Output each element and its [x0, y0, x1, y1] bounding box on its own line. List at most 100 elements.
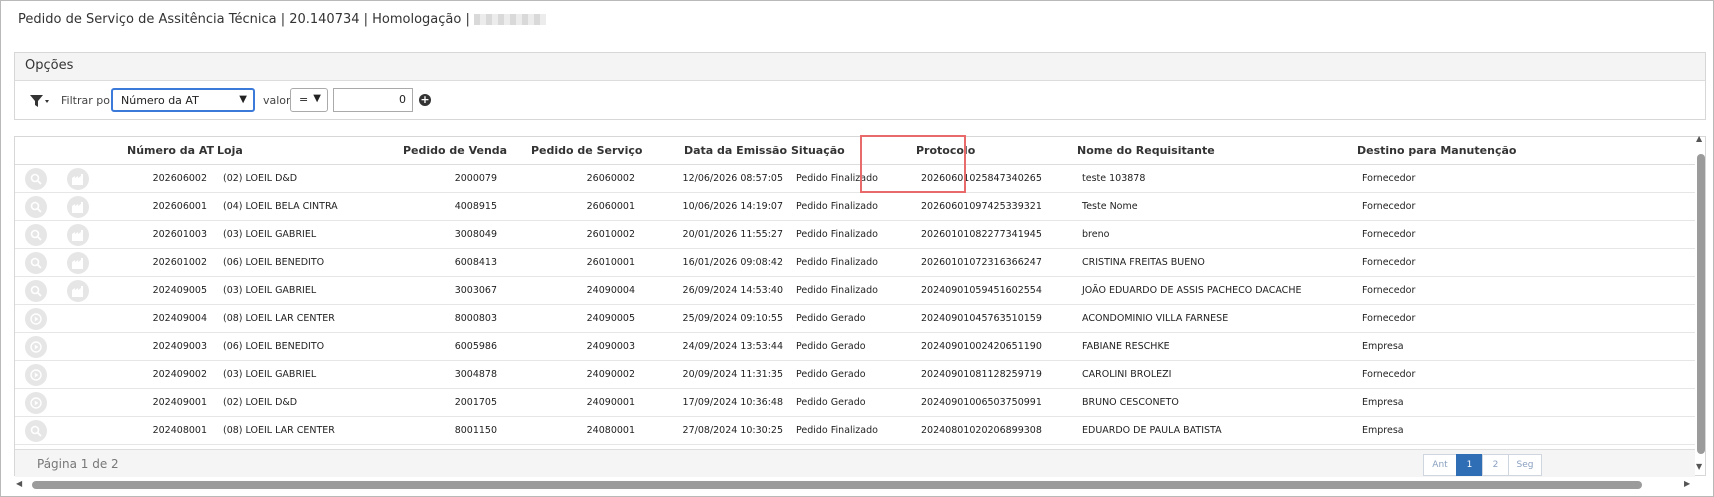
play-icon[interactable] [25, 364, 47, 386]
search-icon[interactable] [25, 280, 47, 302]
vertical-scrollbar[interactable]: ▲ ▼ [1693, 134, 1709, 476]
cell-destino: Fornecedor [1362, 257, 1416, 268]
pager-prev-button[interactable]: Ant [1423, 454, 1457, 476]
cell-situacao: Pedido Finalizado [796, 257, 878, 268]
add-filter-icon[interactable]: + [419, 94, 431, 106]
cell-requisitante: EDUARDO DE PAULA BATISTA [1082, 425, 1222, 436]
cell-protocolo: 20260101082277341945 [921, 229, 1042, 240]
cell-loja: (02) LOEIL D&D [223, 397, 298, 408]
filter-field-select[interactable]: Número da AT ▼ [111, 88, 255, 112]
search-icon[interactable] [25, 196, 47, 218]
play-icon[interactable] [25, 308, 47, 330]
cell-protocolo: 20240801020206899308 [921, 425, 1042, 436]
chevron-down-icon: ▼ [239, 94, 247, 105]
col-situacao[interactable]: Situação [791, 144, 845, 157]
cell-pedido-servico: 26010001 [586, 257, 635, 268]
cell-pedido-venda: 3003067 [454, 285, 497, 296]
chevron-down-icon: ▼ [313, 93, 321, 104]
scroll-right-icon[interactable]: ▶ [1684, 479, 1690, 488]
table-row[interactable]: 202409004 (08) LOEIL LAR CENTER 8000803 240… [15, 305, 1695, 333]
cell-loja: (03) LOEIL GABRIEL [223, 229, 317, 240]
scroll-down-icon[interactable]: ▼ [1696, 462, 1702, 471]
filter-icon[interactable] [29, 93, 51, 109]
play-icon[interactable] [25, 392, 47, 414]
cell-pedido-servico: 24090005 [586, 313, 635, 324]
filter-field-value: Número da AT [121, 94, 199, 107]
search-icon[interactable] [25, 168, 47, 190]
col-data-emissao[interactable]: Data da Emissão [677, 144, 787, 157]
value-input[interactable]: 0 [333, 88, 413, 112]
horizontal-scrollbar[interactable]: ◀ ▶ [14, 478, 1694, 492]
table-row[interactable]: 202408001 (08) LOEIL LAR CENTER 8001150 240… [15, 417, 1695, 445]
cell-data-emissao: 17/09/2024 10:36:48 [682, 397, 783, 408]
cell-pedido-venda: 4008915 [454, 201, 497, 212]
table-row[interactable]: 202606001 (04) LOEIL BELA CINTRA 4008915 26… [15, 193, 1695, 221]
cell-requisitante: FABIANE RESCHKE [1082, 341, 1170, 352]
cell-situacao: Pedido Finalizado [796, 229, 878, 240]
table-row[interactable]: 202409005 (03) LOEIL GABRIEL 3003067 240900… [15, 277, 1695, 305]
cell-protocolo: 20240901002420651190 [921, 341, 1042, 352]
cell-pedido-venda: 6005986 [454, 341, 497, 352]
scroll-left-icon[interactable]: ◀ [16, 479, 22, 488]
cell-loja: (02) LOEIL D&D [223, 173, 298, 184]
cell-pedido-servico: 24080001 [586, 425, 635, 436]
cell-data-emissao: 24/09/2024 13:53:44 [682, 341, 783, 352]
factory-icon[interactable] [67, 224, 89, 246]
cell-pedido-servico: 24090003 [586, 341, 635, 352]
table-row[interactable]: 202409002 (03) LOEIL GABRIEL 3004878 240900… [15, 361, 1695, 389]
cell-protocolo: 20240901006503750991 [921, 397, 1042, 408]
cell-protocolo: 20260601097425339321 [921, 201, 1042, 212]
search-icon[interactable] [25, 224, 47, 246]
cell-pedido-venda: 6008413 [454, 257, 497, 268]
options-panel-header: Opções [15, 53, 1705, 81]
cell-destino: Fornecedor [1362, 229, 1416, 240]
cell-requisitante: CAROLINI BROLEZI [1082, 369, 1172, 380]
factory-icon[interactable] [67, 196, 89, 218]
cell-destino: Empresa [1362, 425, 1404, 436]
cell-requisitante: CRISTINA FREITAS BUENO [1082, 257, 1205, 268]
cell-data-emissao: 16/01/2026 09:08:42 [682, 257, 783, 268]
factory-icon[interactable] [67, 168, 89, 190]
vertical-scroll-thumb[interactable] [1697, 154, 1705, 454]
cell-loja: (08) LOEIL LAR CENTER [223, 313, 335, 324]
pager-page-2[interactable]: 2 [1482, 454, 1509, 476]
col-requisitante[interactable]: Nome do Requisitante [1077, 144, 1215, 157]
cell-pedido-venda: 3004878 [454, 369, 497, 380]
pager-page-1[interactable]: 1 [1456, 454, 1483, 476]
col-numero-at[interactable]: Número da AT [127, 144, 214, 157]
operator-select[interactable]: = ▼ [290, 88, 328, 112]
cell-pedido-venda: 3008049 [454, 229, 497, 240]
table-row[interactable]: 202409003 (06) LOEIL BENEDITO 6005986 24090… [15, 333, 1695, 361]
search-icon[interactable] [25, 420, 47, 442]
cell-data-emissao: 25/09/2024 09:10:55 [682, 313, 783, 324]
scroll-up-icon[interactable]: ▲ [1696, 134, 1702, 143]
col-pedido-servico[interactable]: Pedido de Serviço [531, 144, 642, 157]
cell-data-emissao: 20/09/2024 11:31:35 [682, 369, 783, 380]
table-row[interactable]: 202601002 (06) LOEIL BENEDITO 6008413 26010… [15, 249, 1695, 277]
col-pedido-venda[interactable]: Pedido de Venda [403, 144, 507, 157]
cell-situacao: Pedido Finalizado [796, 285, 878, 296]
play-icon[interactable] [25, 336, 47, 358]
factory-icon[interactable] [67, 252, 89, 274]
cell-requisitante: breno [1082, 229, 1110, 240]
cell-destino: Empresa [1362, 397, 1404, 408]
grid-header: Número da AT Loja Pedido de Venda Pedido… [15, 137, 1695, 165]
cell-destino: Fornecedor [1362, 201, 1416, 212]
cell-pedido-servico: 26010002 [586, 229, 635, 240]
table-row[interactable]: 202606002 (02) LOEIL D&D 2000079 26060002 12… [15, 165, 1695, 193]
search-icon[interactable] [25, 252, 47, 274]
cell-situacao: Pedido Gerado [796, 313, 866, 324]
table-row[interactable]: 202601003 (03) LOEIL GABRIEL 3008049 260100… [15, 221, 1695, 249]
pager-next-button[interactable]: Seg [1508, 454, 1542, 476]
situacao-highlight-box [860, 135, 966, 193]
horizontal-scroll-thumb[interactable] [32, 481, 1642, 489]
table-row[interactable]: 202409001 (02) LOEIL D&D 2001705 24090001 17… [15, 389, 1695, 417]
cell-numero-at: 202409003 [152, 341, 207, 352]
col-destino[interactable]: Destino para Manutenção [1357, 144, 1516, 157]
factory-icon[interactable] [67, 280, 89, 302]
grid-rows: 202606002 (02) LOEIL D&D 2000079 26060002 12… [15, 165, 1695, 445]
cell-situacao: Pedido Finalizado [796, 425, 878, 436]
value-label: valor [263, 94, 291, 107]
col-loja[interactable]: Loja [217, 144, 243, 157]
cell-numero-at: 202409004 [152, 313, 207, 324]
